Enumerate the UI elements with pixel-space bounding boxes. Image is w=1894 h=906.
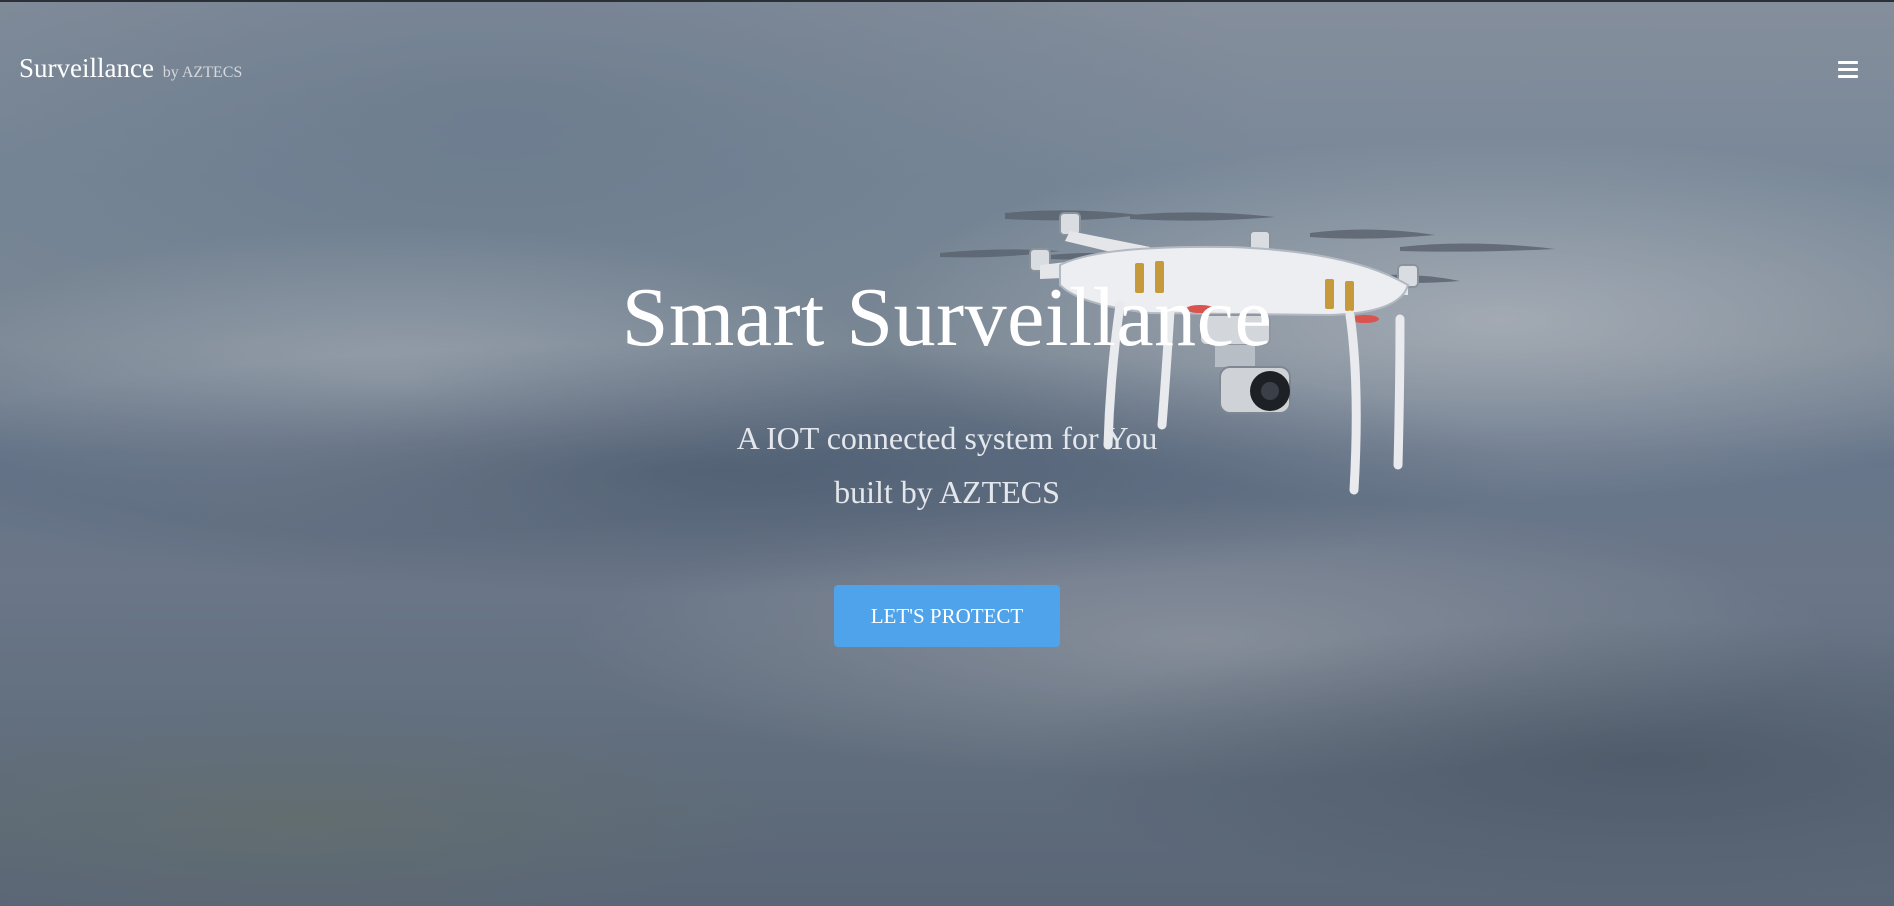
- navbar: Surveillance by AZTECS: [0, 0, 1894, 140]
- hero-subtitle-line1: A IOT connected system for You: [736, 419, 1158, 456]
- hero-section: Smart Surveillance A IOT connected syste…: [0, 270, 1894, 647]
- brand-subtitle: by AZTECS: [162, 64, 243, 81]
- menu-bar: [1838, 68, 1858, 71]
- brand-link[interactable]: Surveillance by AZTECS: [19, 53, 242, 84]
- hamburger-menu-icon[interactable]: [1838, 61, 1858, 78]
- brand-title: Surveillance: [19, 53, 154, 83]
- hero-subtitle: A IOT connected system for You built by …: [0, 411, 1894, 519]
- hero-title: Smart Surveillance: [621, 271, 1273, 364]
- landing-page: Surveillance by AZTECS Smart Surveillanc…: [0, 0, 1894, 906]
- menu-bar: [1838, 75, 1858, 78]
- menu-bar: [1838, 61, 1858, 64]
- lets-protect-button[interactable]: LET'S PROTECT: [834, 584, 1060, 647]
- hero-subtitle-line2: built by AZTECS: [834, 473, 1060, 510]
